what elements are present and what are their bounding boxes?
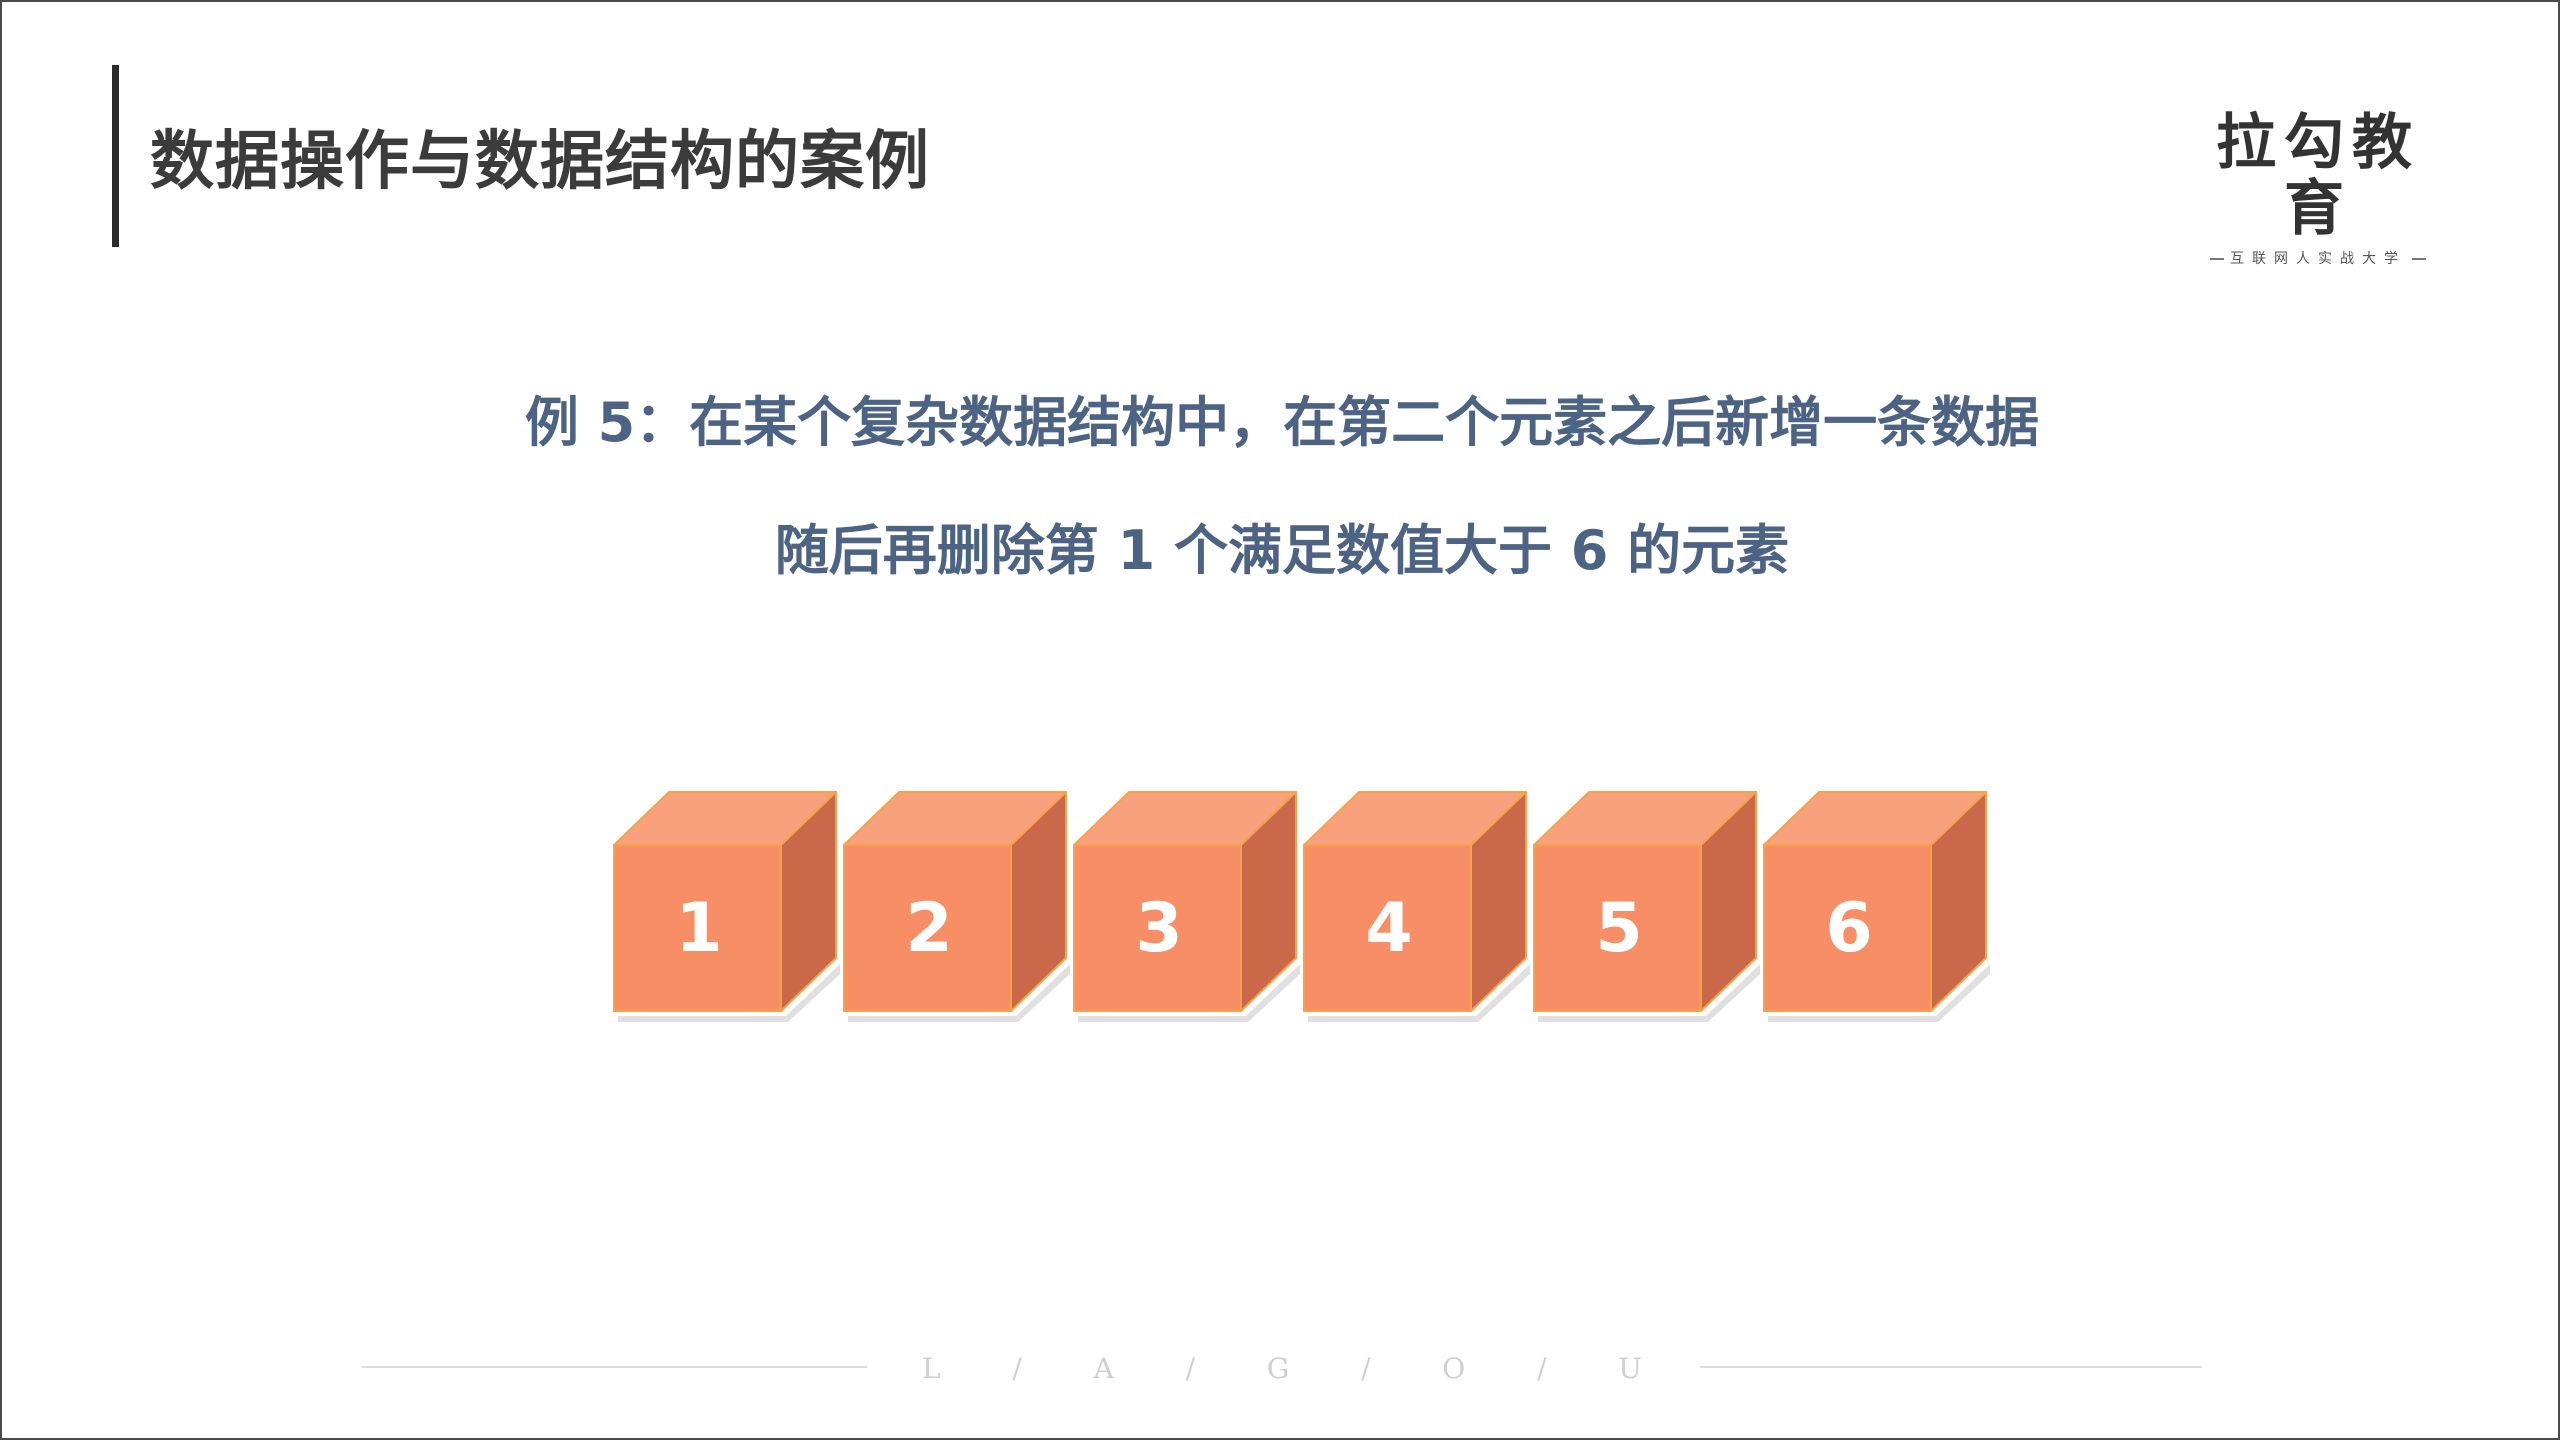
slogan-dash-right: [2412, 258, 2426, 260]
footer-brand-letters: L / A / G / O / U: [922, 1352, 1642, 1385]
cube-5: 5: [1533, 790, 1760, 1022]
cube-3: 3: [1073, 790, 1300, 1022]
footer-letter: /: [1185, 1352, 1196, 1385]
footer-letter: A: [1093, 1352, 1114, 1385]
cube-label: 2: [905, 888, 953, 968]
footer-divider-left: [362, 1366, 867, 1368]
cube-4: 4: [1303, 790, 1530, 1022]
footer-divider-right: [1700, 1366, 2202, 1368]
example-description-continued: 随后再删除第 1 个满足数值大于 6 的元素: [774, 519, 1790, 582]
logo-slogan-row: 互联网人实战大学: [2188, 248, 2448, 268]
footer-letter: /: [1537, 1352, 1547, 1385]
footer-letter: /: [1361, 1352, 1371, 1385]
cube-6: 6: [1763, 790, 1990, 1022]
cube-label: 3: [1135, 888, 1183, 968]
cube-label: 1: [675, 888, 723, 968]
cube-label: 4: [1365, 888, 1413, 968]
slogan-dash-left: [2210, 258, 2224, 260]
cube-2: 2: [843, 790, 1070, 1022]
example-description: 例 5：在某个复杂数据结构中，在第二个元素之后新增一条数据: [524, 391, 2040, 454]
footer-letter: L: [922, 1352, 941, 1385]
footer: L / A / G / O / U: [2, 1352, 2560, 1385]
cube-label: 5: [1595, 888, 1643, 968]
slide-frame: 数据操作与数据结构的案例 拉勾教育 互联网人实战大学 例 5：在某个复杂数据结构…: [0, 0, 2560, 1440]
lagou-logo: 拉勾教育 互联网人实战大学: [2188, 110, 2448, 268]
page-title: 数据操作与数据结构的案例: [150, 125, 930, 199]
footer-letter: G: [1266, 1352, 1290, 1385]
logo-name: 拉勾教育: [2216, 108, 2420, 244]
data-structure-cubes: 1 2 3 4 5 6: [613, 790, 2014, 1030]
footer-letter: /: [1012, 1352, 1022, 1385]
logo-slogan: 互联网人实战大学: [2230, 251, 2406, 267]
cube-label: 6: [1825, 888, 1873, 968]
cube-1: 1: [613, 790, 840, 1022]
footer-letter: U: [1618, 1352, 1642, 1385]
title-accent-bar: [112, 65, 119, 247]
footer-letter: O: [1442, 1352, 1466, 1385]
